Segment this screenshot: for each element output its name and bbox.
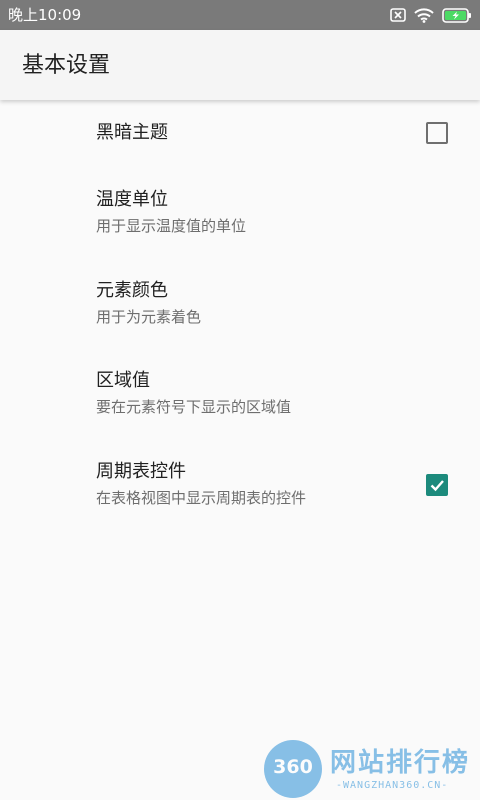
- pref-title: 区域值: [96, 370, 150, 391]
- pref-area-value[interactable]: 区域值 要在元素符号下显示的区域值: [0, 361, 480, 447]
- pref-dark-theme[interactable]: 黑暗主题: [0, 100, 480, 166]
- pref-summary: 用于显示温度值的单位: [96, 217, 247, 235]
- status-time: 晚上10:09: [8, 6, 82, 24]
- pref-summary: 要在元素符号下显示的区域值: [96, 398, 292, 416]
- pref-periodic-table-controls[interactable]: 周期表控件 在表格视图中显示周期表的控件: [0, 452, 480, 538]
- pref-element-color[interactable]: 元素颜色 用于为元素着色: [0, 271, 480, 357]
- status-bar: 晚上10:09: [0, 0, 480, 30]
- toolbar: 基本设置: [0, 30, 480, 100]
- periodic-table-controls-checkbox[interactable]: [426, 474, 448, 496]
- pref-summary: 在表格视图中显示周期表的控件: [96, 489, 307, 507]
- pref-title: 周期表控件: [96, 461, 186, 482]
- watermark-badge-text: 360: [273, 756, 313, 778]
- battery-charging-icon: [442, 7, 472, 23]
- watermark-logo: 360 网站排行榜 -WANGZHAN360.CN-: [264, 738, 480, 800]
- status-icons: [390, 6, 472, 24]
- page-title: 基本设置: [22, 53, 111, 78]
- wifi-icon: [414, 7, 434, 23]
- checkmark-icon: [430, 480, 444, 492]
- watermark-sub: -WANGZHAN360.CN-: [336, 780, 449, 791]
- watermark-badge-icon: 360: [264, 740, 322, 798]
- pref-title: 温度单位: [96, 189, 168, 210]
- screen: 晚上10:09 基本设置 黑暗主题 温度单位 用于显示温度值的单位 元素颜色 用…: [0, 0, 480, 800]
- pref-summary: 用于为元素着色: [96, 308, 202, 326]
- pref-title: 元素颜色: [96, 280, 168, 301]
- pref-title: 黑暗主题: [96, 122, 168, 143]
- pref-temperature-unit[interactable]: 温度单位 用于显示温度值的单位: [0, 180, 480, 266]
- sim-blocked-icon: [390, 8, 406, 22]
- dark-theme-checkbox[interactable]: [426, 122, 448, 144]
- watermark-brand: 网站排行榜: [330, 748, 471, 778]
